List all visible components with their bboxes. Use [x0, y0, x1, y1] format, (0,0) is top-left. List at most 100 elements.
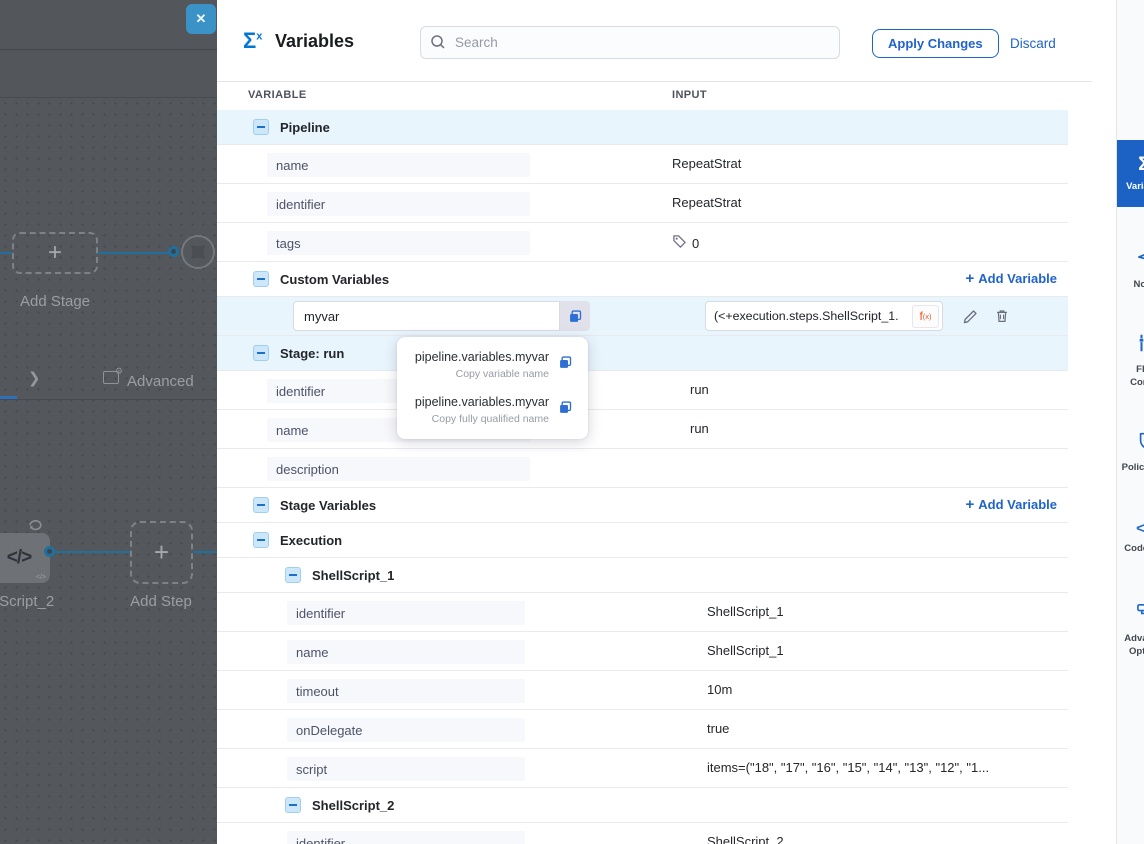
stage-connector-line: [0, 252, 12, 254]
variable-row-name: name RepeatStrat: [217, 145, 1068, 184]
discard-button[interactable]: Discard: [1010, 36, 1056, 51]
shield-check-icon: [1136, 430, 1144, 457]
step-node-shellscript-2[interactable]: </></>: [0, 533, 50, 583]
copy-option-fully-qualified-name[interactable]: pipeline.variables.myvarCopy fully quali…: [412, 395, 573, 425]
variable-value: run: [690, 421, 709, 436]
variable-name-pill: description: [267, 457, 530, 481]
chevron-right-icon[interactable]: ❯: [28, 369, 41, 387]
sidebar-item-advanced-options[interactable]: Advanced Options: [1117, 594, 1144, 664]
variable-name-input[interactable]: [293, 301, 560, 331]
sidebar-item-flow-control[interactable]: Flow Control: [1117, 326, 1144, 395]
expression-value-text: (<+execution.steps.ShellScript_1.: [714, 309, 912, 323]
stage-connector-line: [98, 252, 174, 254]
add-variable-button[interactable]: + Add Variable: [965, 270, 1057, 287]
stage-link-port: [168, 246, 179, 257]
variable-row-identifier: identifierShellScript_1: [217, 593, 1068, 632]
copy-variable-name-button[interactable]: [560, 301, 590, 331]
collapse-minus-icon[interactable]: [253, 497, 269, 513]
search-icon: [430, 34, 446, 50]
section-label: Custom Variables: [280, 272, 389, 287]
sidebar-item-label: Codebase: [1119, 543, 1144, 555]
section-row-stage-run: Stage: run: [217, 336, 1068, 371]
copy-option-title: pipeline.variables.myvar: [415, 395, 549, 409]
advanced-tab-icon: ⚙: [103, 371, 119, 384]
add-variable-label: Add Variable: [978, 497, 1057, 512]
sigma-icon: Σx: [1138, 154, 1144, 176]
sidebar-item-label: Flow Control: [1119, 364, 1144, 389]
add-step-label: Add Step: [128, 593, 194, 610]
variable-value: ShellScript_1: [707, 604, 784, 619]
add-variable-label: Add Variable: [978, 271, 1057, 286]
variable-row-name: nameShellScript_1: [217, 632, 1068, 671]
sidebar-item-label: Advanced Options: [1119, 633, 1144, 658]
search-box: [420, 26, 840, 59]
tab-advanced[interactable]: Advanced: [127, 373, 194, 390]
variable-name-pill: name: [287, 640, 525, 664]
copy-icon: [558, 355, 573, 375]
variable-name-pill: tags: [267, 231, 530, 255]
variable-value: RepeatStrat: [672, 156, 741, 171]
sidebar-item-variables[interactable]: ΣxVariables: [1117, 140, 1144, 207]
collapse-minus-icon[interactable]: [285, 567, 301, 583]
sidebar-item-notify[interactable]: Notify: [1117, 240, 1144, 297]
plus-icon: +: [965, 270, 974, 287]
plus-icon: +: [965, 496, 974, 513]
sidebar-item-policy-sets[interactable]: Policy Sets: [1117, 424, 1144, 480]
variable-row-identifier: identifierrun: [217, 371, 1068, 410]
step-node-label: lScript_2: [0, 593, 60, 610]
search-input[interactable]: [420, 26, 840, 59]
close-drawer-button[interactable]: ✕: [186, 4, 216, 34]
active-tab-indicator: [0, 396, 17, 399]
add-variable-button[interactable]: + Add Variable: [965, 496, 1057, 513]
collapse-minus-icon[interactable]: [253, 271, 269, 287]
variable-row-timeout: timeout10m: [217, 671, 1068, 710]
collapse-minus-icon[interactable]: [253, 532, 269, 548]
copy-icon: [558, 400, 573, 420]
variable-value: run: [690, 382, 709, 397]
pipeline-canvas-dimmed: ✕ + Add Stage ❯ ⚙ Advanced </></> + lScr…: [0, 0, 217, 844]
add-stage-node[interactable]: +: [12, 232, 98, 274]
step-connector-line: [55, 551, 130, 553]
variable-row-tags: tags0: [217, 223, 1068, 262]
section-row-stage-variables: Stage Variables+Add Variable: [217, 488, 1068, 523]
copy-variable-popover: pipeline.variables.myvarCopy variable na…: [397, 337, 588, 439]
add-stage-label: Add Stage: [12, 293, 98, 310]
edit-variable-icon[interactable]: [961, 307, 980, 326]
variable-name-pill: name: [267, 153, 530, 177]
variable-row-name: namerun: [217, 410, 1068, 449]
section-row-shellscript-2: ShellScript_2: [217, 788, 1068, 823]
section-row-pipeline: Pipeline: [217, 110, 1068, 145]
variable-name-pill: identifier: [267, 192, 530, 216]
paper-plane-icon: [1136, 246, 1144, 274]
section-label: ShellScript_2: [312, 798, 394, 813]
collapse-minus-icon[interactable]: [253, 345, 269, 361]
sidebar-item-label: Policy Sets: [1119, 462, 1144, 474]
collapse-minus-icon[interactable]: [253, 119, 269, 135]
right-nav-sidebar: ΣxVariables Notify Flow Control Policy Sets…: [1116, 0, 1144, 844]
variable-value: items=("18", "17", "16", "15", "14", "13…: [707, 760, 989, 775]
add-step-node[interactable]: +: [130, 521, 193, 584]
expression-fx-icon[interactable]: f(x): [912, 305, 939, 328]
section-row-shellscript-1: ShellScript_1: [217, 558, 1068, 593]
variable-name-pill: identifier: [287, 831, 525, 844]
variable-row-script: scriptitems=("18", "17", "16", "15", "14…: [217, 749, 1068, 788]
table-column-headers: VARIABLE INPUT: [217, 82, 1092, 110]
app-root: ✕ + Add Stage ❯ ⚙ Advanced </></> + lScr…: [0, 0, 1144, 844]
panel-header: Σx Variables Apply Changes Discard: [217, 0, 1092, 82]
flow-gear-icon: [1136, 600, 1144, 628]
sliders-icon: [1136, 332, 1144, 359]
scroll-gutter[interactable]: [1092, 0, 1116, 844]
variable-value-input[interactable]: (<+execution.steps.ShellScript_1.f(x): [705, 301, 943, 331]
delete-variable-icon[interactable]: [993, 307, 1012, 326]
variable-row-identifier: identifier ShellScript_2: [217, 823, 1068, 844]
copy-option-variable-name[interactable]: pipeline.variables.myvarCopy variable na…: [412, 350, 573, 380]
sidebar-item-label: Notify: [1119, 279, 1144, 291]
apply-changes-button[interactable]: Apply Changes: [872, 29, 999, 58]
collapse-minus-icon[interactable]: [285, 797, 301, 813]
variable-value: RepeatStrat: [672, 195, 741, 210]
custom-variable-row: (<+execution.steps.ShellScript_1.f(x): [217, 297, 1068, 336]
variable-value: ShellScript_2: [707, 834, 784, 844]
section-label: Execution: [280, 533, 342, 548]
sidebar-item-codebase[interactable]: </>▲Codebase: [1117, 509, 1144, 565]
copy-option-title: pipeline.variables.myvar: [415, 350, 549, 364]
